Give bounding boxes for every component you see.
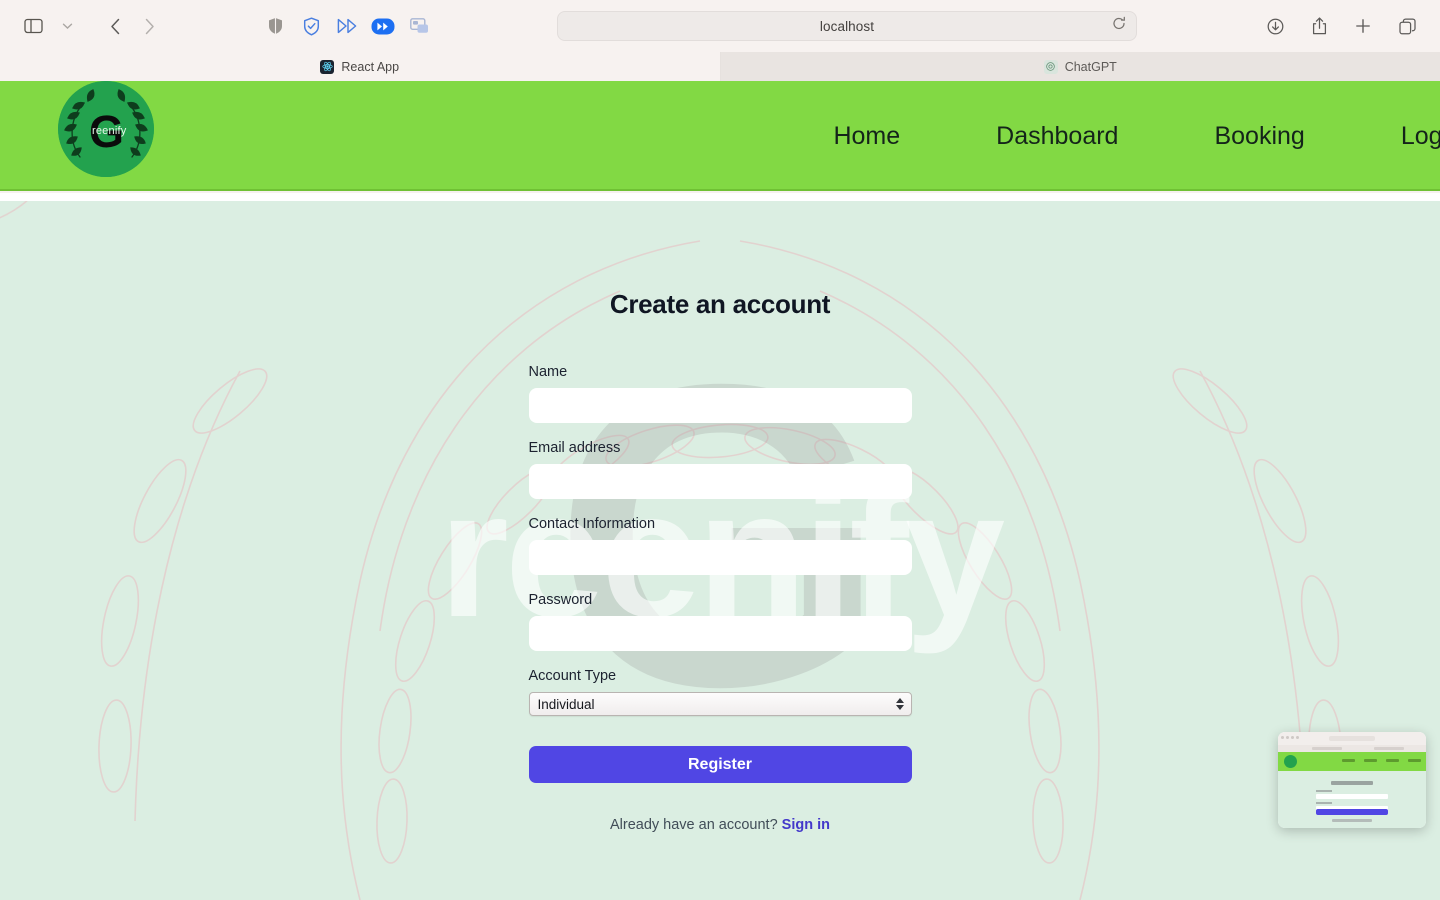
header-divider — [0, 193, 1440, 201]
nav-item-home[interactable]: Home — [785, 122, 948, 151]
nav-item-booking[interactable]: Booking — [1166, 122, 1352, 151]
shield-icon[interactable] — [258, 11, 292, 41]
address-bar-url: localhost — [819, 18, 875, 34]
tab-chatgpt[interactable]: ChatGPT — [719, 52, 1440, 81]
reload-icon[interactable] — [1112, 16, 1126, 36]
tab-title: ChatGPT — [1064, 59, 1117, 74]
password-label: Password — [528, 592, 593, 608]
address-bar[interactable]: localhost — [557, 11, 1137, 41]
chatgpt-logo-icon — [1043, 59, 1058, 74]
pip-register-button — [1316, 809, 1388, 815]
site-nav: Home Dashboard Booking Login — [785, 81, 1440, 191]
fast-forward-filled-icon[interactable] — [366, 11, 400, 41]
share-icon[interactable] — [1302, 11, 1336, 41]
register-form-container: Create an account Name Email address Con… — [0, 201, 1440, 833]
name-label: Name — [528, 364, 568, 380]
form-field-account-type: Account Type Individual — [528, 668, 912, 716]
picture-in-picture-icon[interactable] — [402, 11, 436, 41]
toolbar-extensions-group — [258, 11, 436, 41]
tab-title: React App — [341, 59, 400, 74]
form-field-contact: Contact Information — [528, 516, 912, 575]
downloads-icon[interactable] — [1258, 11, 1292, 41]
pip-address-bar — [1329, 736, 1375, 741]
tab-overview-icon[interactable] — [1390, 11, 1424, 41]
form-field-password: Password — [528, 592, 912, 651]
pip-footer — [1332, 819, 1372, 822]
nav-item-dashboard[interactable]: Dashboard — [948, 122, 1166, 151]
signin-link[interactable]: Sign in — [782, 817, 830, 833]
pip-page-body — [1278, 771, 1426, 828]
toolbar-right-group — [1258, 11, 1440, 41]
nav-item-login[interactable]: Login — [1353, 122, 1440, 151]
tab-react-app[interactable]: React App — [0, 52, 720, 81]
pip-page-title — [1331, 781, 1373, 785]
shield-check-icon[interactable] — [294, 11, 328, 41]
pip-input — [1316, 794, 1388, 799]
signin-prompt-text: Already have an account? — [609, 817, 778, 833]
sidebar-options-chevron-icon[interactable] — [50, 11, 84, 41]
picture-in-picture-thumbnail[interactable] — [1278, 732, 1426, 828]
pip-nav — [1342, 759, 1421, 762]
contact-label: Contact Information — [528, 516, 656, 532]
forward-icon[interactable] — [132, 11, 166, 41]
pip-label — [1316, 790, 1332, 792]
new-tab-icon[interactable] — [1346, 11, 1380, 41]
pip-label — [1316, 802, 1332, 804]
email-field[interactable] — [528, 464, 912, 499]
page-title: Create an account — [609, 289, 831, 319]
toolbar-left-group — [0, 11, 166, 41]
register-button[interactable]: Register — [528, 746, 912, 783]
name-field[interactable] — [528, 388, 912, 423]
contact-field[interactable] — [528, 540, 912, 575]
signin-prompt: Already have an account? Sign in — [610, 817, 830, 833]
password-field[interactable] — [528, 616, 912, 651]
tab-bar: React App ChatGPT — [0, 52, 1440, 81]
pip-tab-bar — [1278, 745, 1426, 752]
pip-site-header — [1278, 752, 1426, 771]
email-label: Email address — [528, 440, 621, 456]
register-form: Name Email address Contact Information P… — [528, 364, 912, 783]
page-body: G reenify Create an account Name Email a… — [0, 201, 1440, 900]
account-type-value: Individual — [537, 696, 595, 712]
back-icon[interactable] — [98, 11, 132, 41]
pip-logo — [1284, 755, 1297, 768]
form-field-name: Name — [528, 364, 912, 423]
sidebar-toggle-icon[interactable] — [16, 11, 50, 41]
account-type-label: Account Type — [528, 668, 617, 684]
greenify-logo[interactable]: G reenify — [58, 81, 154, 177]
pip-toolbar — [1278, 732, 1426, 745]
account-type-select[interactable]: Individual — [528, 692, 912, 716]
react-logo-icon — [320, 59, 335, 74]
form-field-email: Email address — [528, 440, 912, 499]
address-bar-container: localhost — [436, 11, 1258, 41]
pip-toolbar-icons — [1281, 736, 1299, 739]
stepper-arrows-icon — [895, 698, 904, 710]
browser-toolbar: localhost — [0, 0, 1440, 52]
logo-wordmark: reenify — [92, 124, 127, 137]
fast-forward-outline-icon[interactable] — [330, 11, 364, 41]
